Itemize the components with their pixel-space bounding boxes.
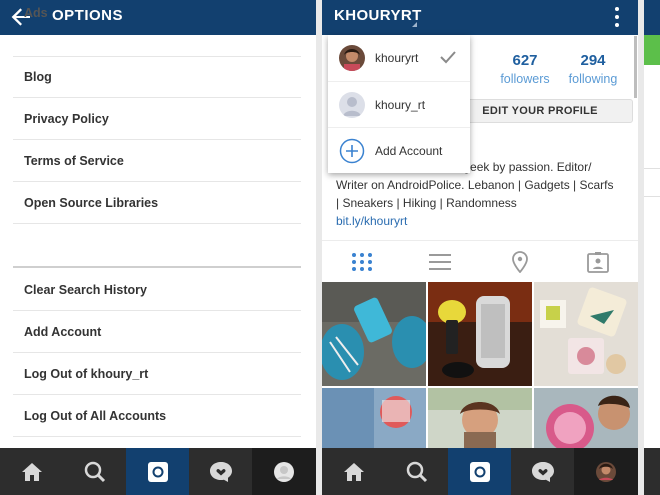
option-terms-of-service[interactable]: Terms of Service	[13, 140, 301, 182]
option-log-out-all[interactable]: Log Out of All Accounts	[13, 395, 301, 437]
bottom-nav	[322, 448, 638, 495]
right-green-banner	[644, 35, 660, 65]
nav-activity[interactable]	[189, 448, 252, 495]
profile-tabs	[322, 240, 638, 282]
section-divider	[13, 266, 301, 268]
nav-profile[interactable]	[574, 448, 638, 495]
home-icon	[21, 462, 42, 481]
stat-following[interactable]: 294 following	[562, 52, 624, 86]
photo-tile[interactable]	[428, 282, 532, 386]
location-icon[interactable]	[508, 251, 532, 273]
option-blog[interactable]: Blog	[13, 56, 301, 98]
nav-profile[interactable]	[252, 448, 316, 495]
option-open-source-libraries[interactable]: Open Source Libraries	[13, 182, 301, 224]
stage: OPTIONS Ads Blog Privacy Policy Terms of…	[0, 0, 660, 495]
profile-topbar: KHOURYRT	[322, 0, 638, 35]
scrollbar[interactable]	[634, 36, 637, 98]
camera-icon	[147, 461, 168, 482]
search-icon	[406, 461, 427, 482]
account-dropdown: khouryrt khoury_rt Add Account	[328, 35, 470, 173]
account-khoury-rt[interactable]: khoury_rt	[328, 81, 470, 127]
stat-followers[interactable]: 627 followers	[494, 52, 556, 86]
profile-icon	[596, 461, 616, 482]
tagged-icon[interactable]	[586, 251, 610, 273]
right-divider	[644, 196, 660, 197]
photo-tile[interactable]	[322, 282, 426, 386]
bottom-nav	[0, 448, 316, 495]
option-log-out-account[interactable]: Log Out of khoury_rt	[13, 353, 301, 395]
options-screen: OPTIONS Ads Blog Privacy Policy Terms of…	[0, 0, 316, 495]
search-icon	[84, 461, 105, 482]
photo-tile[interactable]	[534, 282, 638, 386]
nav-home[interactable]	[0, 448, 63, 495]
right-topbar	[644, 0, 660, 35]
home-icon	[343, 462, 364, 481]
nav-camera[interactable]	[126, 448, 189, 495]
nav-search[interactable]	[385, 448, 448, 495]
grid-icon[interactable]	[350, 251, 374, 273]
right-bottom-nav	[644, 448, 660, 495]
avatar	[339, 92, 365, 118]
edit-profile-button[interactable]: EDIT YOUR PROFILE	[447, 99, 633, 123]
profile-icon	[274, 461, 294, 482]
bio-link[interactable]: bit.ly/khouryrt	[336, 212, 632, 230]
avatar	[339, 45, 365, 71]
account-khouryrt[interactable]: khouryrt	[328, 35, 470, 81]
plus-icon	[339, 138, 365, 164]
dropdown-caret-icon	[412, 22, 417, 27]
check-icon	[440, 51, 456, 64]
activity-icon	[531, 461, 554, 482]
overflow-menu-icon[interactable]	[613, 5, 621, 29]
photo-grid	[322, 282, 638, 452]
profile-screen: KHOURYRT 3 627 followers 294 following E…	[322, 0, 638, 495]
nav-search[interactable]	[63, 448, 126, 495]
nav-activity[interactable]	[511, 448, 574, 495]
nav-camera[interactable]	[448, 448, 511, 495]
option-ads[interactable]: Ads	[13, 6, 301, 57]
right-divider	[644, 168, 660, 169]
nav-home[interactable]	[322, 448, 385, 495]
camera-icon	[469, 461, 490, 482]
option-privacy-policy[interactable]: Privacy Policy	[13, 98, 301, 140]
option-add-account[interactable]: Add Account	[13, 311, 301, 353]
option-clear-search-history[interactable]: Clear Search History	[13, 269, 301, 311]
right-screen-edge	[644, 0, 660, 495]
add-account-button[interactable]: Add Account	[328, 127, 470, 173]
account-switcher[interactable]: KHOURYRT	[334, 7, 422, 24]
list-icon[interactable]	[428, 251, 452, 273]
activity-icon	[209, 461, 232, 482]
